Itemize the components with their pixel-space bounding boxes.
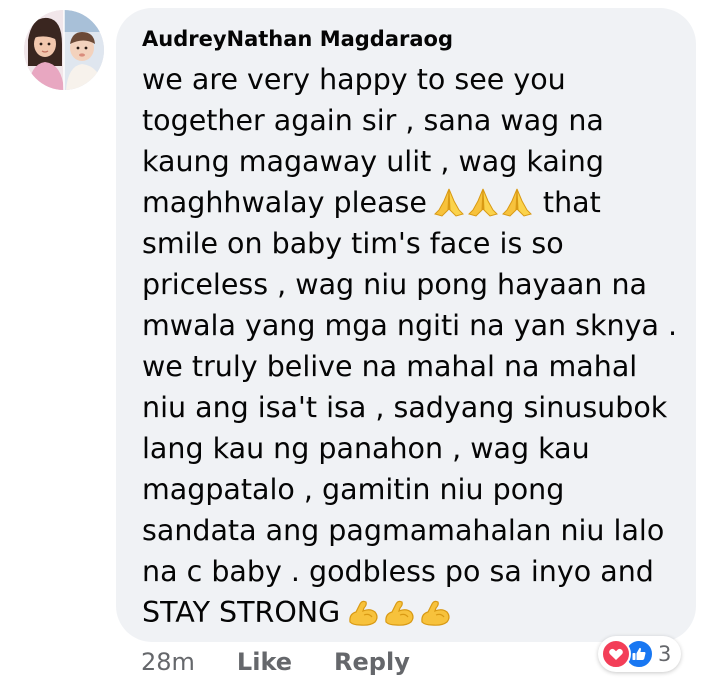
comment-line: priceless , wag niu pong hayaan na: [142, 268, 647, 301]
comment-line-segment: maghhwalay please: [142, 186, 427, 219]
comment-line-with-emoji: STAY STRONG: [142, 592, 672, 633]
comment-line: smile on baby tim's face is so: [142, 227, 564, 260]
avatar-photo: [24, 10, 104, 90]
prayer-emoji-group: [433, 182, 535, 229]
love-icon: [601, 639, 631, 669]
comment-line: mwala yang mga ngiti na yan sknya .: [142, 309, 678, 342]
comment-line-with-emoji: maghhwalay please that: [142, 182, 672, 223]
comment-text: we are very happy to see you together ag…: [142, 59, 678, 633]
comment-author[interactable]: AudreyNathan Magdaraog: [142, 24, 672, 54]
comment-timestamp[interactable]: 28m: [141, 648, 195, 676]
comment-line-segment: that: [542, 186, 601, 219]
comment-line: sandata ang pagmamahalan niu lalo: [142, 514, 665, 547]
reply-button[interactable]: Reply: [334, 648, 410, 676]
reaction-count: 3: [658, 642, 672, 666]
flexed-biceps-icon: [418, 596, 452, 639]
like-button[interactable]: Like: [237, 648, 292, 676]
comment-line: together again sir , sana wag na: [142, 104, 604, 137]
flexed-biceps-icon: [382, 596, 416, 639]
avatar[interactable]: [24, 10, 104, 90]
strong-emoji-group: [346, 592, 454, 639]
comment-bubble: AudreyNathan Magdaraog we are very happy…: [116, 8, 696, 642]
flexed-biceps-icon: [346, 596, 380, 639]
comment-line: lang kau ng panahon , wag kau: [142, 432, 590, 465]
comment-line: we truly belive na mahal na mahal: [142, 350, 638, 383]
comment-line: kaung magaway ulit , wag kaing: [142, 145, 604, 178]
comment-line-segment: STAY STRONG: [142, 596, 341, 629]
comment-line: niu ang isa't isa , sadyang sinusubok: [142, 391, 668, 424]
comment-line: na c baby . godbless po sa inyo and: [142, 555, 654, 588]
comment-actions: 28m Like Reply: [141, 648, 452, 676]
comment-line: magpatalo , gamitin niu pong: [142, 473, 565, 506]
reactions-summary[interactable]: 3: [598, 636, 682, 672]
comment-line: we are very happy to see you: [142, 63, 566, 96]
